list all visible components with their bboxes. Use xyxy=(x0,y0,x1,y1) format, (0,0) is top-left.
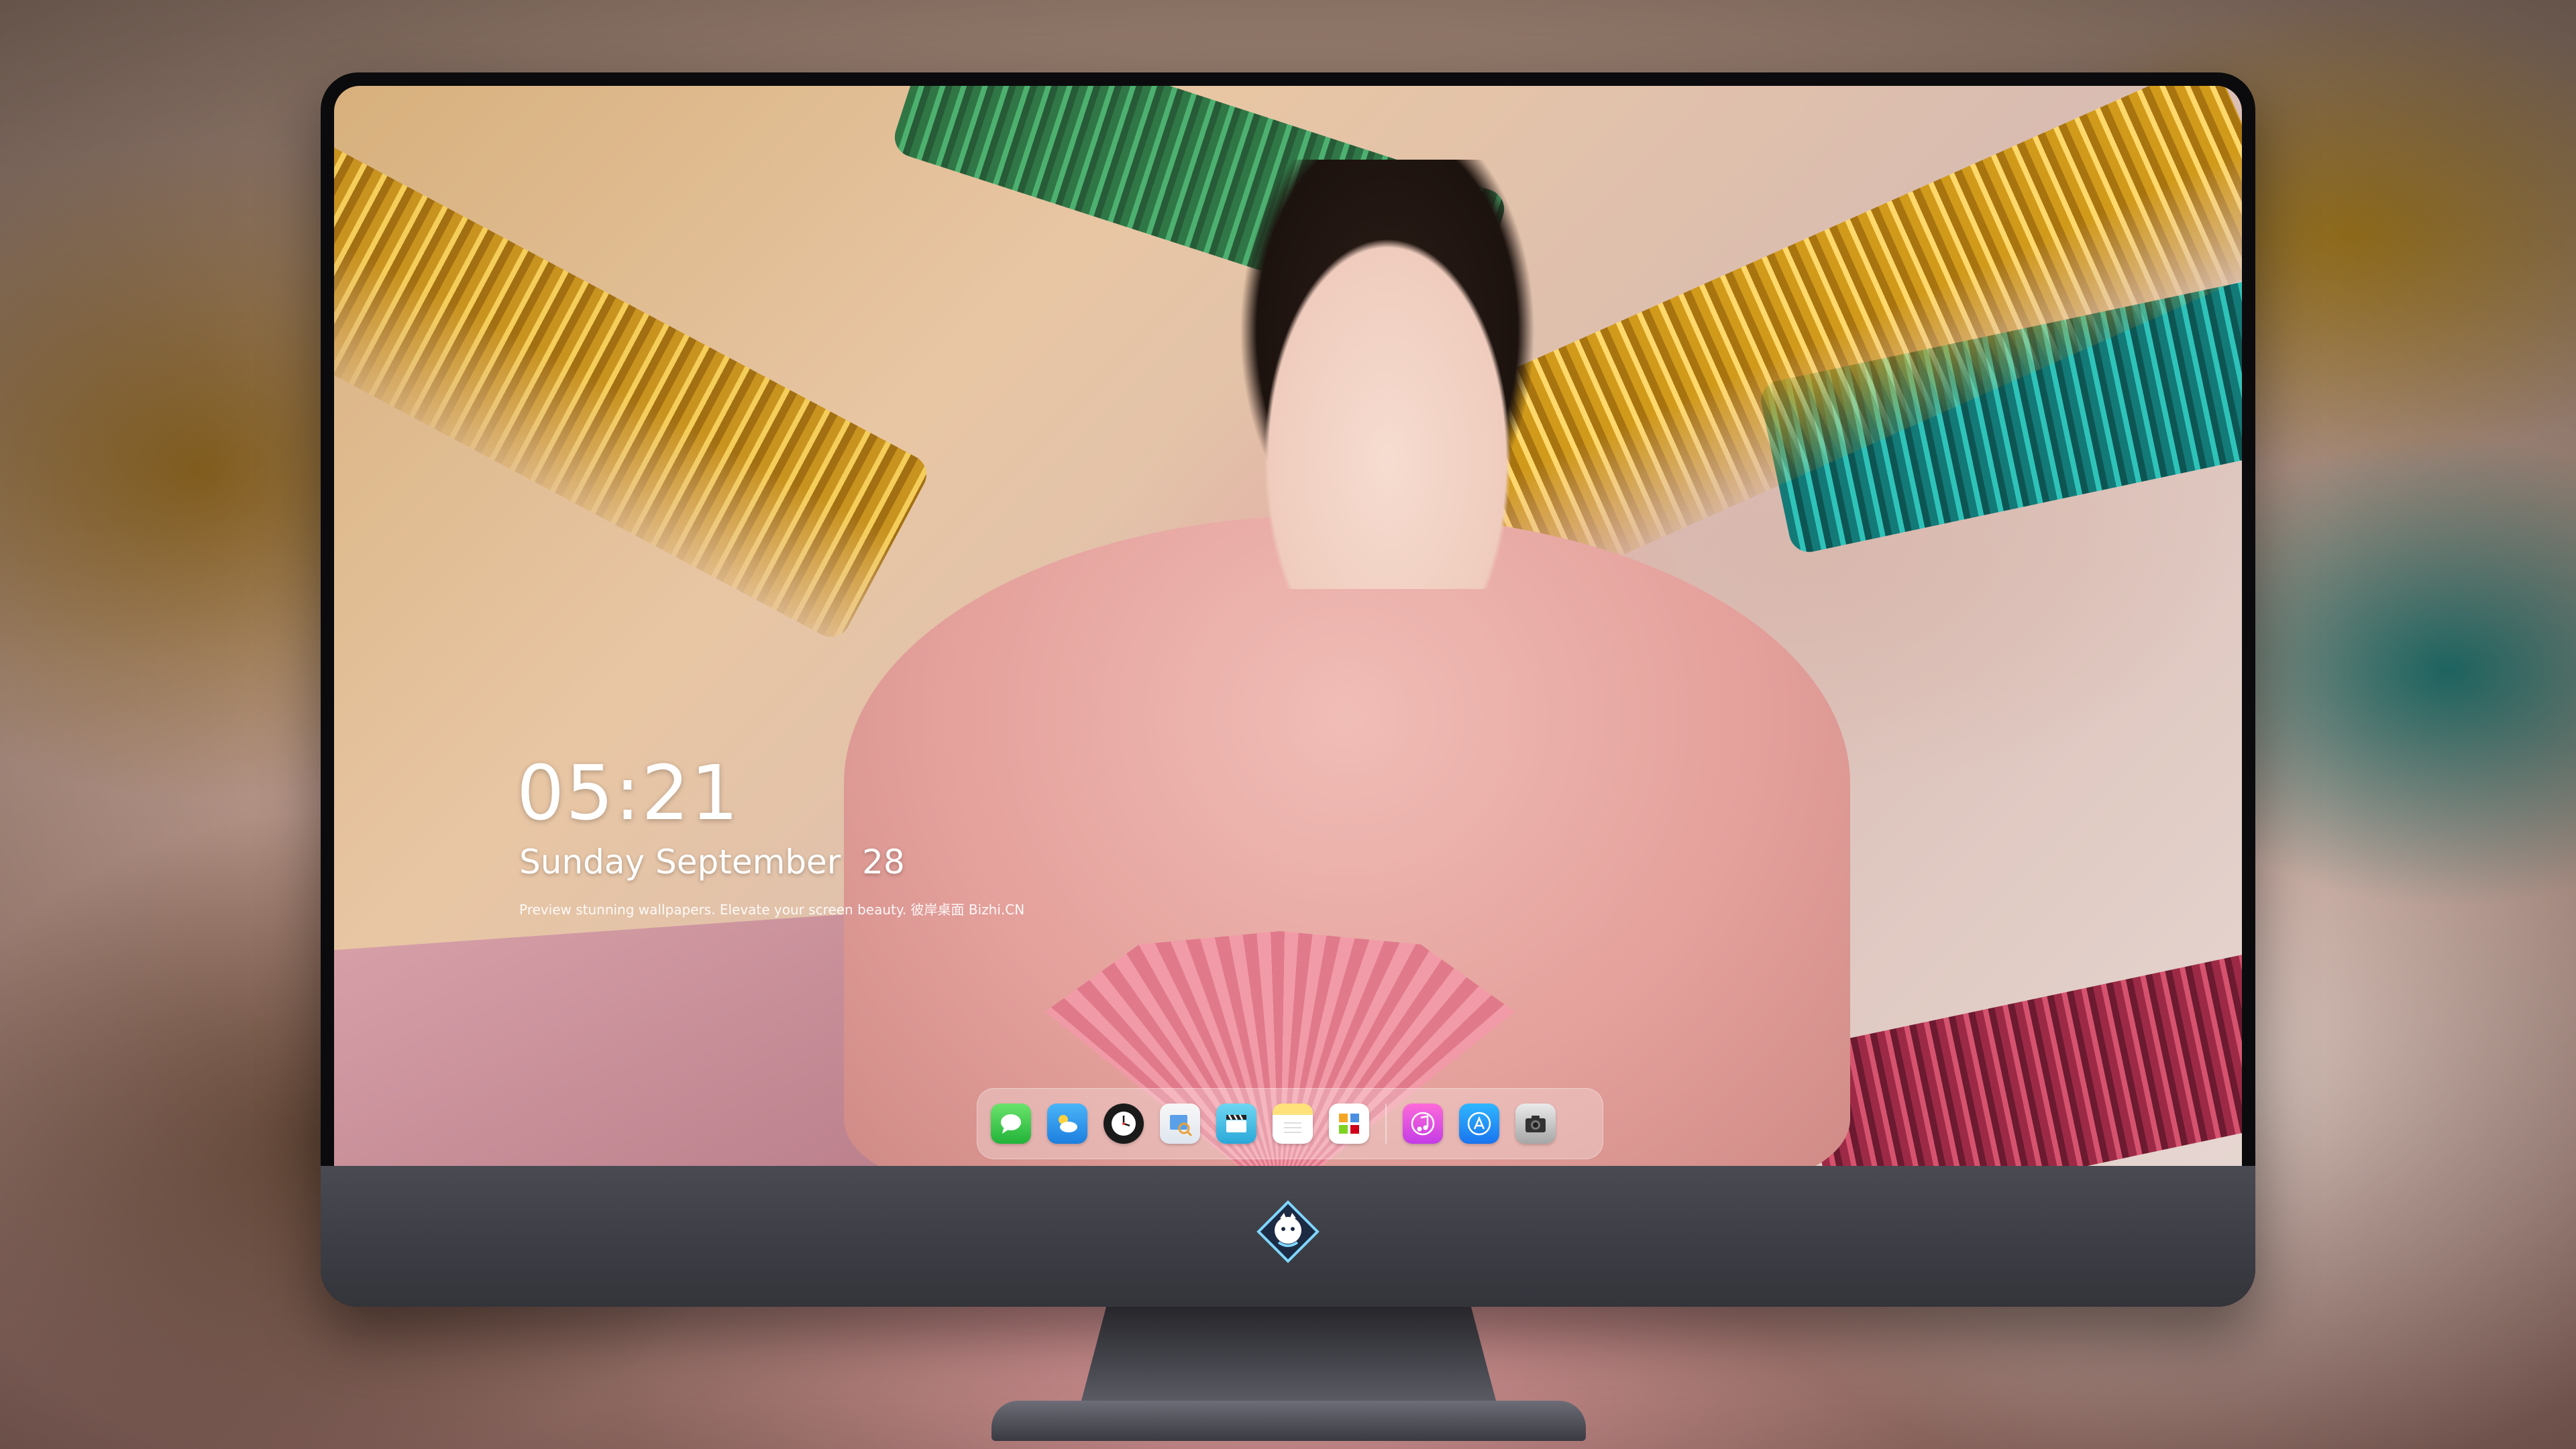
lock-tagline: Preview stunning wallpapers. Elevate you… xyxy=(519,902,1025,918)
monitor-stand-base xyxy=(991,1401,1586,1441)
wallpaper-figure-head xyxy=(1220,160,1555,589)
monitor-chin xyxy=(321,1166,2255,1307)
lock-screen[interactable]: 05:21 Sunday September 28 Preview stunni… xyxy=(334,86,2242,1166)
lock-clock: 05:21 xyxy=(517,750,740,837)
messages-icon[interactable] xyxy=(991,1104,1031,1144)
photos-grid-icon[interactable] xyxy=(1329,1104,1369,1144)
monitor-stand-neck xyxy=(1081,1307,1496,1401)
wallpaper-pink-box xyxy=(334,910,920,1166)
notes-icon[interactable] xyxy=(1273,1104,1313,1144)
mascot-logo-icon xyxy=(1256,1199,1320,1264)
video-clapper-icon[interactable] xyxy=(1216,1104,1256,1144)
lock-date: Sunday September 28 xyxy=(519,843,905,881)
camera-icon[interactable] xyxy=(1515,1104,1556,1144)
wallpaper-gold-garland-left xyxy=(334,126,934,644)
monitor: 05:21 Sunday September 28 Preview stunni… xyxy=(321,72,2255,1307)
dock-separator xyxy=(1385,1104,1387,1144)
clock-icon[interactable] xyxy=(1104,1104,1144,1144)
wallpaper-red-garland xyxy=(1797,937,2242,1166)
music-icon[interactable] xyxy=(1403,1104,1443,1144)
app-store-icon[interactable] xyxy=(1459,1104,1499,1144)
preview-icon[interactable] xyxy=(1160,1104,1200,1144)
dock xyxy=(977,1088,1603,1159)
weather-icon[interactable] xyxy=(1047,1104,1087,1144)
